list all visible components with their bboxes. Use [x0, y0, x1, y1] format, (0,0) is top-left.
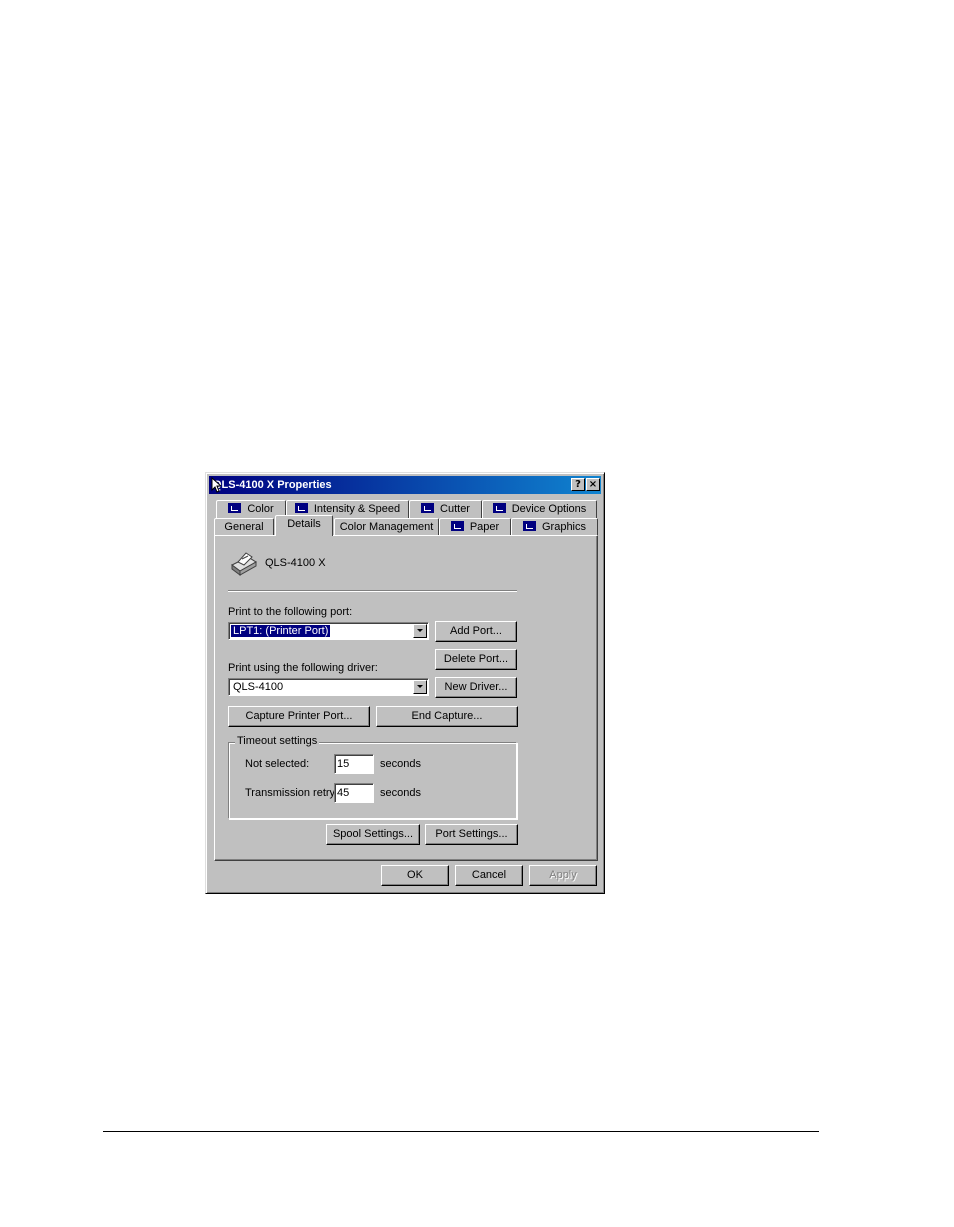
dropdown-arrow-icon[interactable]	[413, 680, 427, 694]
tab-page-icon	[421, 503, 435, 513]
details-panel: QLS-4100 X Print to the following port: …	[214, 535, 598, 861]
tab-paper[interactable]: Paper	[439, 518, 511, 536]
close-icon[interactable]: ×	[586, 478, 600, 491]
driver-value: QLS-4100	[233, 681, 284, 693]
tab-general[interactable]: General	[214, 518, 274, 536]
ok-button[interactable]: OK	[381, 865, 449, 886]
tab-label: Intensity & Speed	[313, 503, 401, 515]
timeout-settings-title: Timeout settings	[235, 735, 320, 748]
apply-button[interactable]: Apply	[529, 865, 597, 886]
tab-page-icon	[450, 521, 464, 531]
port-settings-button[interactable]: Port Settings...	[425, 824, 518, 845]
tab-label: Color Management	[339, 521, 434, 533]
new-driver-button[interactable]: New Driver...	[435, 677, 517, 698]
spool-settings-button[interactable]: Spool Settings...	[326, 824, 420, 845]
transmission-retry-input[interactable]: 45	[334, 783, 374, 803]
tab-cutter[interactable]: Cutter	[409, 500, 482, 518]
printer-icon	[231, 552, 257, 576]
tab-label: Cutter	[440, 503, 470, 515]
tab-label: General	[224, 521, 264, 533]
dropdown-arrow-icon[interactable]	[413, 624, 427, 638]
tab-label: Graphics	[541, 521, 587, 533]
port-value: LPT1: (Printer Port)	[229, 624, 332, 638]
printer-properties-dialog: QLS-4100 X Properties ? × Color Intensit…	[205, 472, 605, 894]
seconds-label: seconds	[380, 787, 421, 799]
driver-dropdown[interactable]: QLS-4100	[228, 678, 429, 696]
tab-graphics[interactable]: Graphics	[511, 518, 598, 536]
tab-page-icon	[228, 503, 242, 513]
page-footer-rule	[103, 1131, 819, 1132]
tab-label: Device Options	[511, 503, 587, 515]
tab-details[interactable]: Details	[275, 515, 333, 536]
add-port-button[interactable]: Add Port...	[435, 621, 517, 642]
delete-port-button[interactable]: Delete Port...	[435, 649, 517, 670]
not-selected-label: Not selected:	[245, 758, 310, 770]
tab-page-icon	[522, 521, 536, 531]
port-label: Print to the following port:	[228, 606, 353, 618]
transmission-retry-label: Transmission retry:	[245, 787, 339, 799]
cancel-button[interactable]: Cancel	[455, 865, 523, 886]
tab-page-icon	[294, 503, 308, 513]
mouse-cursor-icon	[211, 477, 221, 493]
tab-device-options[interactable]: Device Options	[482, 500, 597, 518]
tab-page-icon	[492, 503, 506, 513]
seconds-label: seconds	[380, 758, 421, 770]
help-icon[interactable]: ?	[571, 478, 585, 491]
title-bar[interactable]: QLS-4100 X Properties ? ×	[209, 476, 601, 494]
printer-name: QLS-4100 X	[265, 557, 326, 569]
separator	[228, 590, 517, 592]
window-title: QLS-4100 X Properties	[213, 479, 332, 491]
driver-label: Print using the following driver:	[228, 662, 378, 674]
tab-label: Details	[287, 518, 321, 530]
not-selected-input[interactable]: 15	[334, 754, 374, 774]
tab-color-management[interactable]: Color Management	[334, 518, 439, 536]
end-capture-button[interactable]: End Capture...	[376, 706, 518, 727]
capture-printer-port-button[interactable]: Capture Printer Port...	[228, 706, 370, 727]
tab-label: Paper	[469, 521, 500, 533]
port-dropdown[interactable]: LPT1: (Printer Port)	[228, 622, 429, 640]
tab-label: Color	[247, 503, 274, 515]
